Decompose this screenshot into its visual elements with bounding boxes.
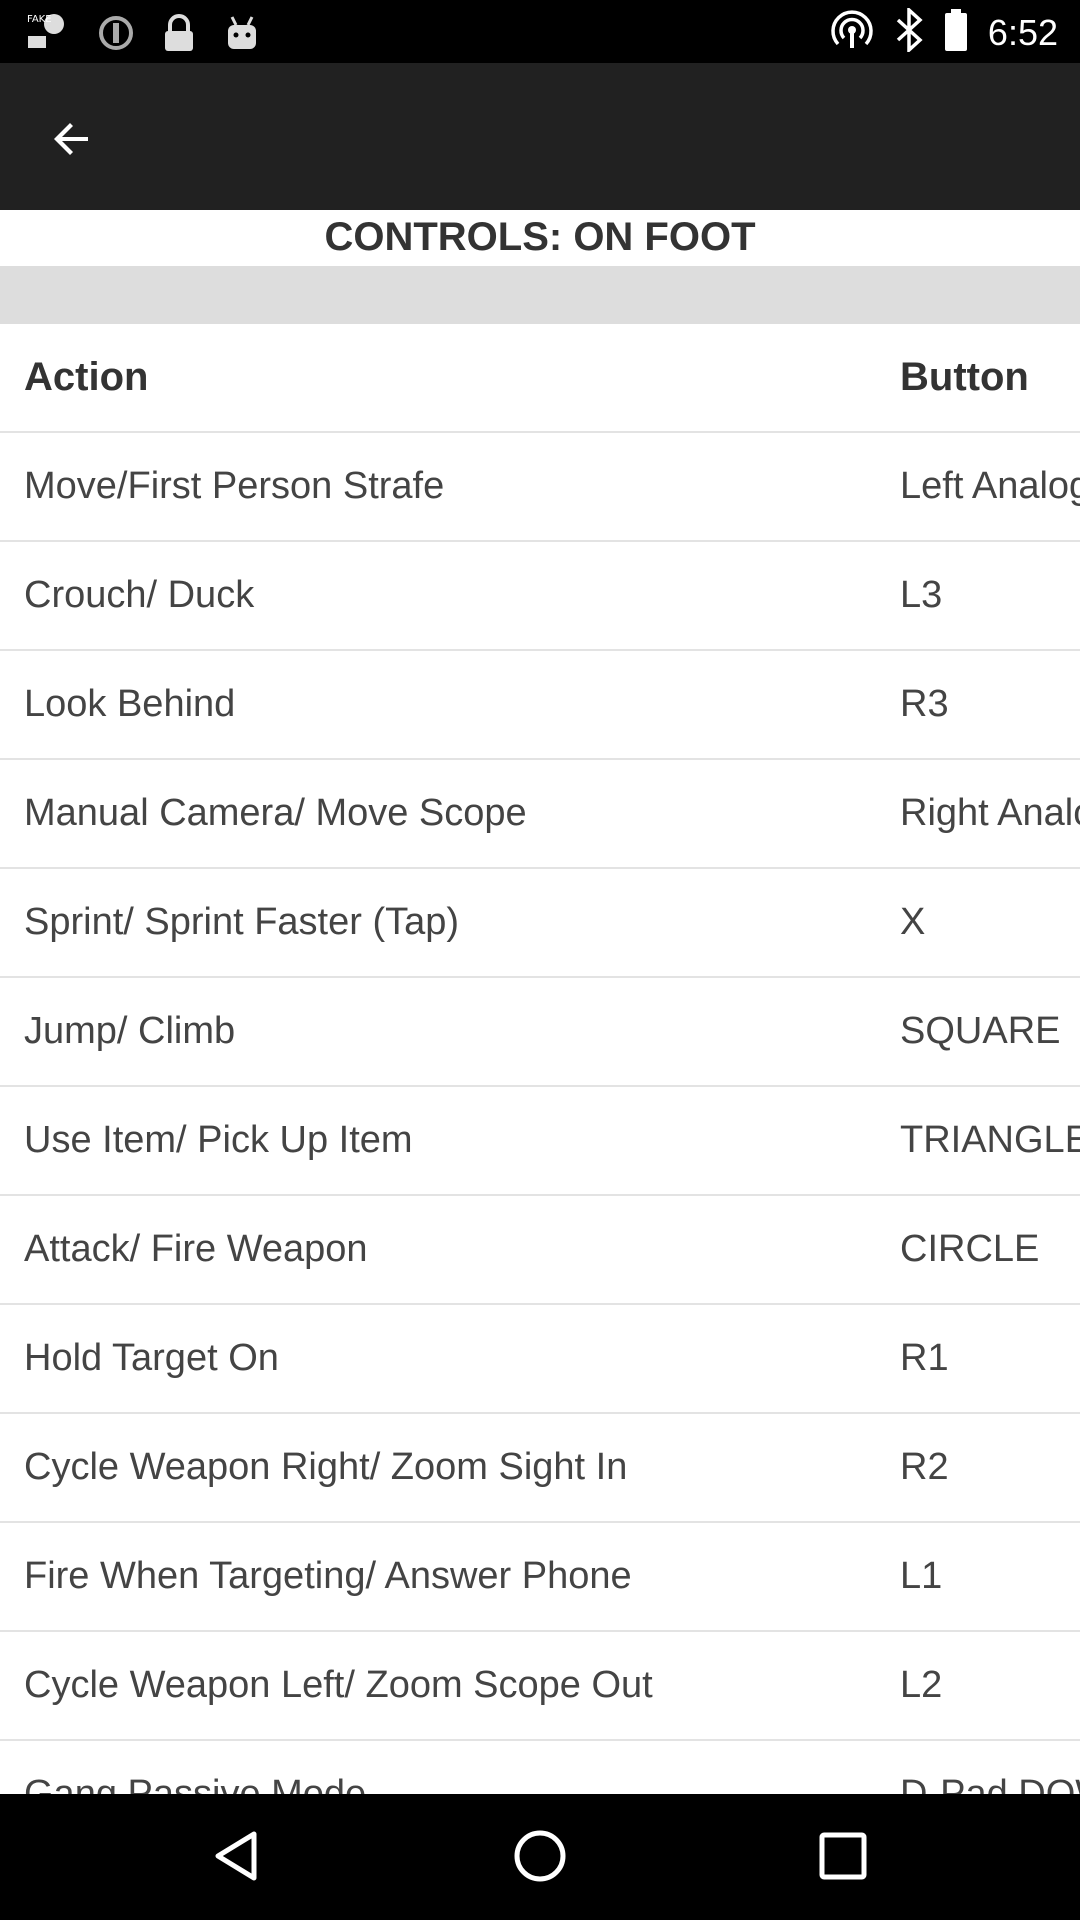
nav-back-button[interactable] (200, 1823, 270, 1893)
row-action: Manual Camera/ Move Scope (24, 792, 527, 834)
row-button: L1 (900, 1555, 943, 1597)
page-title: CONTROLS: ON FOOT (0, 210, 1080, 268)
row-button: SQUARE (900, 1010, 1061, 1052)
table-row: Attack/ Fire Weapon CIRCLE (0, 1196, 1080, 1305)
bluetooth-icon (894, 6, 924, 57)
row-action: Sprint/ Sprint Faster (Tap) (24, 901, 460, 943)
row-action: Gang Passive Mode (24, 1773, 367, 1794)
fake-gps-icon: FAKE (24, 10, 70, 61)
nav-recents-button[interactable] (808, 1823, 878, 1893)
row-action: Attack/ Fire Weapon (24, 1228, 368, 1270)
sync-icon (96, 13, 136, 58)
table-row: Look Behind R3 (0, 651, 1080, 760)
header-action: Action (24, 355, 149, 399)
section-divider (0, 268, 1080, 324)
row-action: Jump/ Climb (24, 1010, 236, 1052)
home-circle-icon (512, 1828, 568, 1889)
table-row: Manual Camera/ Move Scope Right Analog S… (0, 760, 1080, 869)
navigation-bar (0, 1794, 1080, 1920)
app-bar (0, 63, 1080, 210)
row-action: Hold Target On (24, 1337, 279, 1379)
row-button: CIRCLE (900, 1228, 1040, 1270)
battery-icon (944, 8, 968, 57)
svg-text:FAKE: FAKE (27, 14, 52, 25)
back-triangle-icon (210, 1828, 260, 1889)
status-time: 6:52 (987, 11, 1058, 53)
row-action: Cycle Weapon Left/ Zoom Scope Out (24, 1664, 653, 1706)
table-row: Crouch/ Duck L3 (0, 542, 1080, 651)
row-button: TRIANGLE (900, 1119, 1080, 1161)
lock-icon (162, 13, 196, 58)
row-button: D-Pad DOWN (900, 1773, 1080, 1794)
arrow-back-icon (48, 115, 96, 168)
table-row: Cycle Weapon Right/ Zoom Sight In R2 (0, 1414, 1080, 1523)
row-action: Crouch/ Duck (24, 574, 255, 616)
nav-home-button[interactable] (505, 1823, 575, 1893)
table-row: Move/First Person Strafe Left Analog Sti… (0, 433, 1080, 542)
table-row: Hold Target On R1 (0, 1305, 1080, 1414)
row-action: Cycle Weapon Right/ Zoom Sight In (24, 1446, 628, 1488)
header-button: Button (900, 355, 1029, 399)
table-row: Sprint/ Sprint Faster (Tap) X (0, 869, 1080, 978)
table-row: Jump/ Climb SQUARE (0, 978, 1080, 1087)
row-action: Fire When Targeting/ Answer Phone (24, 1555, 632, 1597)
row-button: R2 (900, 1446, 949, 1488)
row-button: L3 (900, 574, 943, 616)
hotspot-icon (830, 8, 874, 57)
content-area[interactable]: CONTROLS: ON FOOT Action Button Move/Fir… (0, 210, 1080, 1794)
table-row: Cycle Weapon Left/ Zoom Scope Out L2 (0, 1632, 1080, 1741)
status-bar: FAKE 6:52 (0, 0, 1080, 63)
controls-table: Action Button Move/First Person Strafe L… (0, 324, 1080, 1794)
table-row: Fire When Targeting/ Answer Phone L1 (0, 1523, 1080, 1632)
row-action: Use Item/ Pick Up Item (24, 1119, 413, 1161)
table-header: Action Button (0, 324, 1080, 433)
row-button: X (900, 901, 926, 943)
recents-square-icon (817, 1830, 869, 1887)
row-button: Left Analog Stick (900, 465, 1080, 507)
android-icon (222, 13, 262, 58)
table-row: Gang Passive Mode D-Pad DOWN (0, 1741, 1080, 1794)
row-button: R1 (900, 1337, 949, 1379)
back-button[interactable] (30, 99, 114, 183)
row-button: L2 (900, 1664, 943, 1706)
row-action: Move/First Person Strafe (24, 465, 445, 507)
row-button: Right Analog Stick (900, 792, 1080, 834)
row-action: Look Behind (24, 683, 236, 725)
table-row: Use Item/ Pick Up Item TRIANGLE (0, 1087, 1080, 1196)
row-button: R3 (900, 683, 949, 725)
